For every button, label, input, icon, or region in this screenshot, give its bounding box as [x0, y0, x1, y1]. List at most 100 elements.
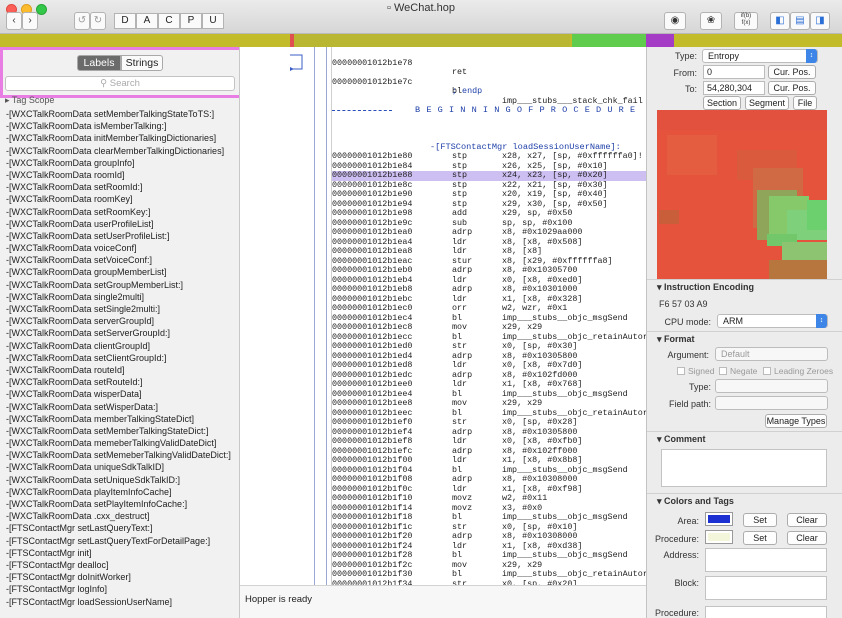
- procedure-tags-field[interactable]: [705, 606, 827, 618]
- cpu-mode-select[interactable]: ARM ↕: [717, 314, 828, 328]
- field-path-select[interactable]: [715, 396, 828, 410]
- symbol-list-item[interactable]: -[WXCTalkRoomData setUserProfileList:]: [0, 230, 239, 242]
- symbol-list-item[interactable]: -[WXCTalkRoomData roomKey]: [0, 193, 239, 205]
- pseudo-code-button[interactable]: if(b) f(x): [734, 12, 758, 30]
- negate-checkbox[interactable]: Negate: [719, 366, 757, 376]
- comment-field[interactable]: [661, 449, 827, 487]
- symbol-list-item[interactable]: -[WXCTalkRoomData setClientGroupId:]: [0, 352, 239, 364]
- symbol-list-item[interactable]: -[WXCTalkRoomData wisperData]: [0, 388, 239, 400]
- symbol-list-item[interactable]: -[WXCTalkRoomData setMemeberTalkingValid…: [0, 449, 239, 461]
- type-format-label: Type:: [688, 382, 711, 392]
- symbol-list-item[interactable]: -[WXCTalkRoomData .cxx_destruct]: [0, 510, 239, 522]
- instruction-encoding-header[interactable]: ▾ Instruction Encoding: [647, 279, 842, 293]
- symbol-list-item[interactable]: -[WXCTalkRoomData setVoiceConf:]: [0, 254, 239, 266]
- disassembly-view[interactable]: 00000001012b1e78 ret 00000001012b1e7c bl…: [240, 47, 646, 585]
- search-input[interactable]: ⚲ Search: [5, 76, 235, 91]
- forward-button[interactable]: ›: [22, 12, 38, 30]
- type-format-select[interactable]: [715, 379, 828, 393]
- symbol-list-item[interactable]: -[WXCTalkRoomData userProfileList]: [0, 218, 239, 230]
- colors-and-tags-header[interactable]: ▾ Colors and Tags: [647, 493, 842, 507]
- symbol-list-item[interactable]: -[WXCTalkRoomData setPlayItemInfoCache:]: [0, 498, 239, 510]
- symbol-list-item[interactable]: -[WXCTalkRoomData voiceConf]: [0, 242, 239, 254]
- symbol-list-item[interactable]: -[WXCTalkRoomData setMemberTalkingStateT…: [0, 108, 239, 120]
- symbol-list-item[interactable]: -[WXCTalkRoomData single2multi]: [0, 291, 239, 303]
- symbol-list-item[interactable]: -[WXCTalkRoomData initMemberTalkingDicti…: [0, 132, 239, 144]
- block-tags-label: Block:: [674, 578, 699, 588]
- debugger-button[interactable]: ❀: [700, 12, 722, 30]
- procedure-color-well[interactable]: [705, 530, 733, 544]
- symbol-list-item[interactable]: -[WXCTalkRoomData clientGroupId]: [0, 340, 239, 352]
- file-button[interactable]: File: [793, 96, 817, 110]
- undo-button[interactable]: ↺: [74, 12, 90, 30]
- symbol-list-item[interactable]: -[FTSContactMgr dealloc]: [0, 559, 239, 571]
- nav-button-p[interactable]: P: [180, 13, 202, 29]
- nav-button-c[interactable]: C: [158, 13, 180, 29]
- symbol-list-item[interactable]: -[WXCTalkRoomData routeId]: [0, 364, 239, 376]
- address-tags-field[interactable]: [705, 548, 827, 572]
- from-cur-pos-button[interactable]: Cur. Pos.: [768, 65, 816, 79]
- symbol-list-item[interactable]: -[WXCTalkRoomData isMemberTalking:]: [0, 120, 239, 132]
- symbol-list-item[interactable]: -[WXCTalkRoomData setServerGroupId:]: [0, 327, 239, 339]
- symbol-list-item[interactable]: -[WXCTalkRoomData setSingle2multi:]: [0, 303, 239, 315]
- symbol-list-item[interactable]: -[WXCTalkRoomData serverGroupId]: [0, 315, 239, 327]
- symbol-list-item[interactable]: -[WXCTalkRoomData setUniqueSdkTalkID:]: [0, 474, 239, 486]
- nav-segment-code: [0, 34, 290, 47]
- argument-select[interactable]: Default: [715, 347, 828, 361]
- navigation-bar[interactable]: [0, 34, 842, 47]
- symbol-list-item[interactable]: -[WXCTalkRoomData groupMemberList]: [0, 266, 239, 278]
- entropy-map[interactable]: [657, 110, 827, 280]
- symbol-list-item[interactable]: -[FTSContactMgr setLastQueryText:]: [0, 522, 239, 534]
- symbol-list-item[interactable]: -[FTSContactMgr init]: [0, 547, 239, 559]
- block-tags-field[interactable]: [705, 576, 827, 600]
- from-field[interactable]: 0: [703, 65, 765, 79]
- asm-line-ret[interactable]: 00000001012b1e78 ret: [332, 49, 646, 77]
- symbol-list-item[interactable]: -[WXCTalkRoomData memeberTalkingValidDat…: [0, 437, 239, 449]
- to-cur-pos-button[interactable]: Cur. Pos.: [768, 81, 816, 95]
- area-clear-button[interactable]: Clear: [787, 513, 827, 527]
- symbol-list-item[interactable]: -[WXCTalkRoomData groupInfo]: [0, 157, 239, 169]
- left-pane-toggle[interactable]: ◧: [770, 12, 790, 30]
- format-header[interactable]: ▾ Format: [647, 331, 842, 345]
- type-select[interactable]: Entropy ↕: [702, 49, 818, 63]
- nav-button-d[interactable]: D: [114, 13, 136, 29]
- tab-labels[interactable]: Labels: [77, 55, 121, 71]
- procedure-set-button[interactable]: Set: [743, 531, 777, 545]
- to-field[interactable]: 54,280,304: [703, 81, 765, 95]
- nav-button-u[interactable]: U: [202, 13, 224, 29]
- symbol-list-item[interactable]: -[FTSContactMgr doInitWorker]: [0, 571, 239, 583]
- symbol-list-item[interactable]: -[WXCTalkRoomData roomId]: [0, 169, 239, 181]
- manage-types-button[interactable]: Manage Types: [765, 414, 827, 428]
- bottom-pane-toggle[interactable]: ▤: [790, 12, 810, 30]
- symbol-list-item[interactable]: -[WXCTalkRoomData clearMemberTalkingDict…: [0, 145, 239, 157]
- symbol-list-item[interactable]: -[WXCTalkRoomData setMemberTalkingStateD…: [0, 425, 239, 437]
- back-button[interactable]: ‹: [6, 12, 22, 30]
- redo-button[interactable]: ↻: [90, 12, 106, 30]
- leading-zeroes-checkbox[interactable]: Leading Zeroes: [763, 366, 833, 376]
- symbol-list-item[interactable]: -[WXCTalkRoomData memberTalkingStateDict…: [0, 413, 239, 425]
- segment-button[interactable]: Segment: [745, 96, 789, 110]
- symbol-list-item[interactable]: -[FTSContactMgr setLastQueryTextForDetai…: [0, 535, 239, 547]
- column-divider-2: [326, 47, 327, 585]
- symbol-list-item[interactable]: -[FTSContactMgr logInfo]: [0, 583, 239, 595]
- inspector-toggle-button[interactable]: ◉: [664, 12, 686, 30]
- symbol-list-item[interactable]: -[WXCTalkRoomData setRoomKey:]: [0, 206, 239, 218]
- symbol-list-item[interactable]: -[WXCTalkRoomData setRoomId:]: [0, 181, 239, 193]
- symbol-list-item[interactable]: -[WXCTalkRoomData setGroupMemberList:]: [0, 279, 239, 291]
- nav-button-a[interactable]: A: [136, 13, 158, 29]
- procedure-clear-button[interactable]: Clear: [787, 531, 827, 545]
- tag-scope-toggle[interactable]: ▸ Tag Scope: [5, 95, 54, 106]
- tab-strings[interactable]: Strings: [121, 55, 163, 71]
- area-set-button[interactable]: Set: [743, 513, 777, 527]
- section-button[interactable]: Section: [703, 96, 741, 110]
- symbol-list-item[interactable]: -[WXCTalkRoomData playItemInfoCache]: [0, 486, 239, 498]
- comment-header[interactable]: ▾ Comment: [647, 431, 842, 445]
- disclosure-triangle-icon: ▾: [657, 334, 662, 344]
- symbol-list-item[interactable]: -[WXCTalkRoomData uniqueSdkTalkID]: [0, 461, 239, 473]
- symbol-list-item[interactable]: -[FTSContactMgr loadSessionUserName]: [0, 596, 239, 608]
- nav-segment-data: [572, 34, 646, 47]
- signed-checkbox[interactable]: Signed: [677, 366, 714, 376]
- right-pane-toggle[interactable]: ◨: [810, 12, 830, 30]
- area-color-well[interactable]: [705, 512, 733, 526]
- symbol-list-item[interactable]: -[WXCTalkRoomData setRouteId:]: [0, 376, 239, 388]
- symbol-list-item[interactable]: -[WXCTalkRoomData setWisperData:]: [0, 401, 239, 413]
